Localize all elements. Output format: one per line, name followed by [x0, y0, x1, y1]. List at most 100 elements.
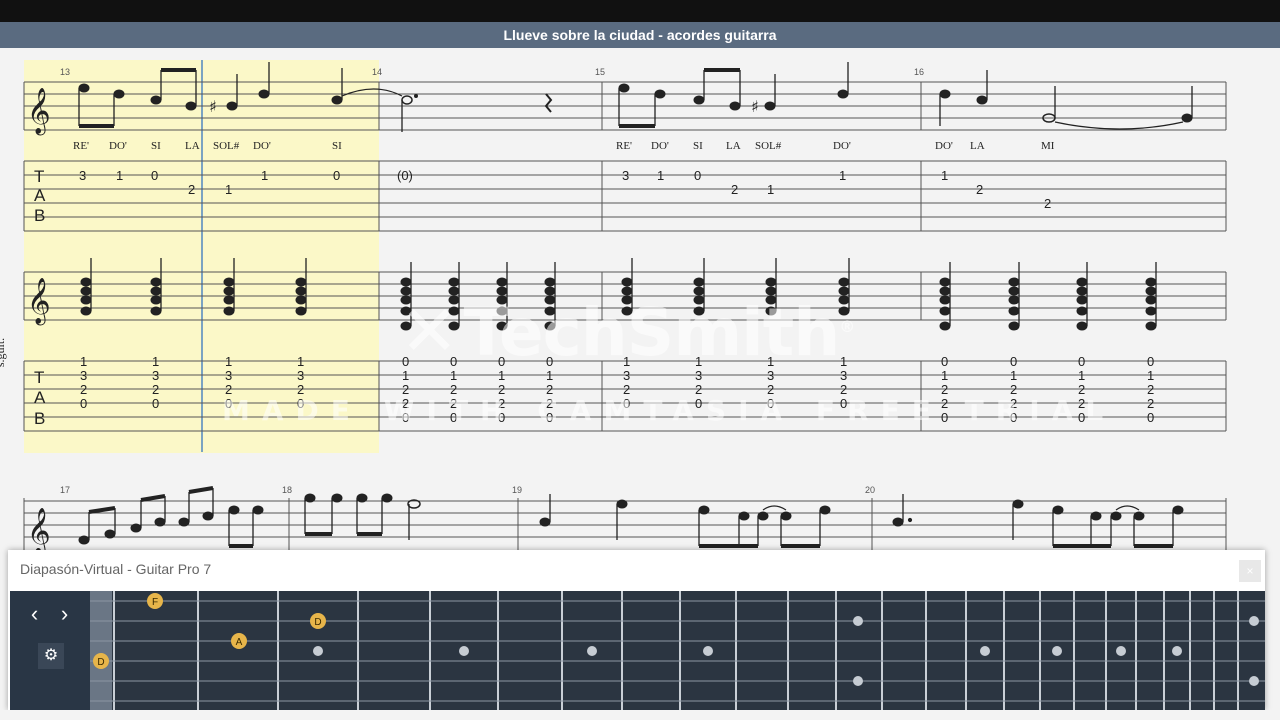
note-label: SI [332, 140, 342, 152]
tab-fret: 1 [767, 182, 774, 197]
tab-letter-b: B [34, 206, 45, 225]
note-label: RE' [73, 140, 89, 152]
chord-tab-fret: 1 [941, 368, 948, 383]
chord-tab-fret: 0 [1147, 354, 1154, 369]
measure-number-18: 18 [282, 485, 292, 495]
chord-tab-fret: 0 [1010, 354, 1017, 369]
fret-wires [113, 591, 1239, 710]
chevron-left-icon[interactable]: ‹ [22, 603, 47, 628]
measure-number-14: 14 [372, 67, 382, 77]
chord-tab-fret: 3 [225, 368, 232, 383]
camtasia-watermark: MADE WITH CAMTASIA FREE TRIAL [222, 394, 1116, 427]
measure-number-20: 20 [865, 485, 875, 495]
chord-tab-fret: 0 [1147, 410, 1154, 425]
chord-tab-fret: 0 [941, 354, 948, 369]
tab-fret: 1 [839, 168, 846, 183]
note-label: DO' [253, 140, 271, 152]
tab-fret: 2 [1044, 196, 1051, 211]
note-label: RE' [616, 140, 632, 152]
note-label: SOL# [213, 140, 240, 152]
sharp-sign-icon: ♯ [209, 97, 217, 116]
tab-fret: 0 [151, 168, 158, 183]
virtual-fretboard-panel: Diapasón-Virtual - Guitar Pro 7 × ‹ › ⚙ [8, 550, 1265, 710]
gear-icon[interactable]: ⚙ [38, 643, 64, 669]
note-markers: F A D D [93, 593, 326, 669]
note-marker: D [314, 617, 321, 628]
treble-clef-icon: 𝄞 [27, 278, 51, 326]
chevron-right-icon[interactable]: › [52, 603, 77, 628]
chord-tab-fret: 2 [80, 382, 87, 397]
chord-tab-fret: 1 [297, 354, 304, 369]
note-label: SI [693, 140, 703, 152]
tab-fret: 1 [116, 168, 123, 183]
chord-tab-fret: 0 [1078, 354, 1085, 369]
tab-fret: (0) [397, 168, 413, 183]
note-label: DO' [935, 140, 953, 152]
tab-label: T A B [34, 167, 46, 225]
note-label: MI [1041, 140, 1055, 152]
note-label: DO' [833, 140, 851, 152]
chord-tab-fret: 1 [225, 354, 232, 369]
chord-tab-fret: 1 [1078, 368, 1085, 383]
chord-tab-fret: 2 [152, 382, 159, 397]
chord-tab-fret: 3 [80, 368, 87, 383]
tab-fret: 2 [976, 182, 983, 197]
window-title: Llueve sobre la ciudad - acordes guitarr… [0, 22, 1280, 48]
fret-inlays [313, 616, 1259, 686]
tab-fret: 3 [79, 168, 86, 183]
note-label: DO' [109, 140, 127, 152]
note-label: LA [970, 140, 985, 152]
measure-number-15: 15 [595, 67, 605, 77]
sharp-sign-icon: ♯ [751, 97, 759, 116]
note-label: DO' [651, 140, 669, 152]
chord-tab-fret: 3 [297, 368, 304, 383]
techsmith-watermark: ✕TechSmith® [400, 290, 855, 372]
tab-letter-t: T [34, 167, 44, 186]
fretboard-controls: ‹ › ⚙ [10, 591, 90, 710]
fretboard-graphic: F A D D [90, 591, 1265, 710]
note-marker: D [97, 657, 104, 668]
tab-letter-a: A [34, 388, 46, 407]
watermark-registered: ® [839, 317, 855, 336]
tab-fret: 3 [622, 168, 629, 183]
measure-number-17: 17 [60, 485, 70, 495]
tab-letter-t: T [34, 368, 44, 387]
chord-tab-fret: 1 [152, 354, 159, 369]
note-label: SI [151, 140, 161, 152]
score-next-system-edge [0, 710, 1280, 720]
chord-tab-fret: 0 [80, 396, 87, 411]
tab-fret: 1 [657, 168, 664, 183]
screen-top-bar [0, 0, 1280, 22]
tab-fret: 2 [188, 182, 195, 197]
measure-number-16: 16 [914, 67, 924, 77]
guitar-strings [90, 600, 1265, 702]
chord-tab-fret: 1 [1010, 368, 1017, 383]
chord-tab-fret: 1 [80, 354, 87, 369]
note-label: LA [185, 140, 200, 152]
note-marker: F [152, 597, 158, 608]
instrument-label: s.guit. [0, 337, 8, 368]
fretboard[interactable]: F A D D [90, 591, 1265, 710]
note-label: LA [726, 140, 741, 152]
tab-letter-b: B [34, 409, 45, 428]
tab-label: T A B [34, 368, 46, 428]
tab-fret: 1 [225, 182, 232, 197]
watermark-logo-text: TechSmith [463, 294, 841, 371]
panel-title: Diapasón-Virtual - Guitar Pro 7 [20, 561, 212, 577]
chord-tab-fret: 1 [1147, 368, 1154, 383]
tab-fret: 2 [731, 182, 738, 197]
tab-fret: 1 [261, 168, 268, 183]
chord-tab-fret: 2 [1147, 382, 1154, 397]
tab-fret: 0 [333, 168, 340, 183]
tab-fret: 1 [941, 168, 948, 183]
note-marker: A [236, 637, 243, 648]
chord-tab-fret: 0 [152, 396, 159, 411]
measure-number-19: 19 [512, 485, 522, 495]
techsmith-logo-icon: ✕ [400, 290, 459, 372]
treble-clef-icon: 𝄞 [27, 508, 51, 556]
treble-clef-icon: 𝄞 [27, 88, 51, 136]
close-icon[interactable]: × [1239, 560, 1261, 582]
tab-fret: 0 [694, 168, 701, 183]
tab-letter-a: A [34, 186, 46, 205]
note-label: SOL# [755, 140, 782, 152]
